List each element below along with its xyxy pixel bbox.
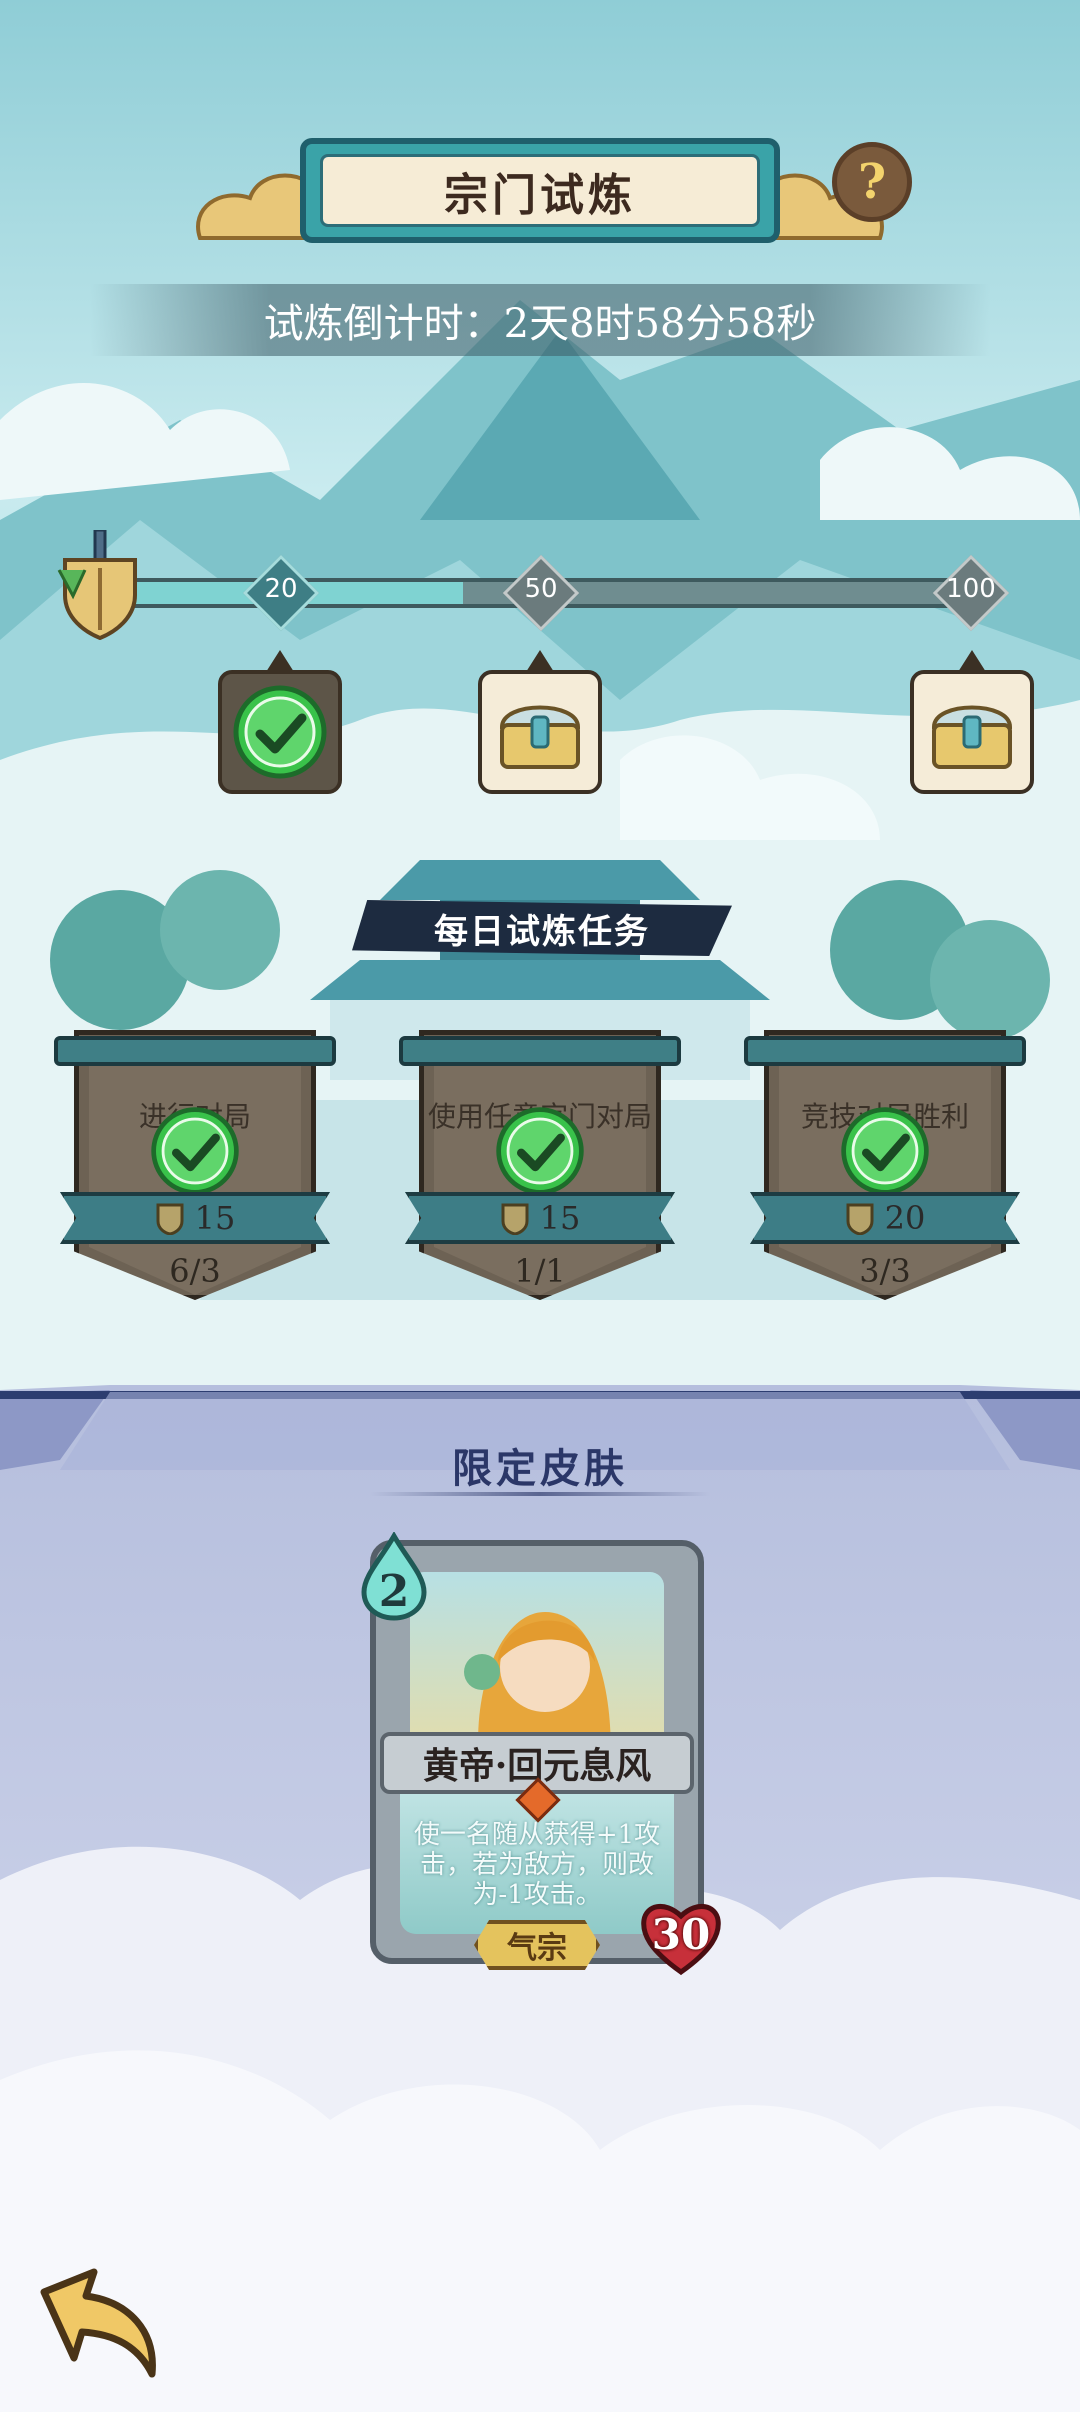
task-card[interactable]: 使用任意宗门对局获胜 15 1/1 <box>399 990 681 1310</box>
title-banner: 宗门试炼 <box>180 128 900 258</box>
daily-tasks-header: 每日试炼任务 <box>352 900 732 956</box>
reward-pointer <box>526 650 554 672</box>
reward-pointer <box>266 650 294 672</box>
check-icon <box>233 685 327 779</box>
task-progress: 1/1 <box>514 1252 566 1290</box>
card-attack: 30 <box>651 1910 711 1959</box>
token-icon <box>846 1203 874 1235</box>
shield-sword-icon <box>57 530 137 640</box>
task-hanger-bar <box>399 1036 681 1066</box>
treasure-chest-icon <box>931 705 1013 769</box>
milestone-label-20: 20 <box>264 574 298 604</box>
help-button[interactable]: ? <box>832 142 912 222</box>
task-points-ribbon: 20 <box>750 1192 1020 1244</box>
reward-box-20[interactable] <box>218 670 342 794</box>
reward-box-100[interactable] <box>910 670 1034 794</box>
task-hanger-bar <box>744 1036 1026 1066</box>
check-icon <box>151 1107 239 1195</box>
milestone-label-100: 100 <box>946 574 996 604</box>
token-icon <box>156 1203 184 1235</box>
card-description: 使一名随从获得+1攻击，若为敌方，则改为-1攻击。 <box>413 1820 661 1910</box>
title-divider <box>370 1492 710 1496</box>
task-points-ribbon: 15 <box>60 1192 330 1244</box>
treasure-chest-icon <box>499 705 581 769</box>
question-icon: ? <box>857 154 887 210</box>
task-points-ribbon: 15 <box>405 1192 675 1244</box>
milestone-label-50: 50 <box>524 574 558 604</box>
task-points: 20 <box>884 1199 926 1237</box>
task-progress: 6/3 <box>169 1252 221 1290</box>
task-card[interactable]: 进行对局 15 6/3 <box>54 990 336 1310</box>
card-cost: 2 <box>378 1566 410 1617</box>
back-arrow-icon[interactable] <box>34 2262 164 2382</box>
countdown-text: 试炼倒计时：2天8时58分58秒 <box>263 301 817 347</box>
limited-skin-title: 限定皮肤 <box>452 1445 628 1492</box>
task-card[interactable]: 竞技对局胜利 20 3/3 <box>744 990 1026 1310</box>
token-icon <box>501 1203 529 1235</box>
skin-card[interactable]: 黄帝·回元息风 使一名随从获得+1攻击，若为敌方，则改为-1攻击。 2 气宗 3… <box>361 1532 721 1976</box>
page-title: 宗门试炼 <box>444 169 636 221</box>
reward-box-50[interactable] <box>478 670 602 794</box>
reward-pointer <box>958 650 986 672</box>
faction-text: 气宗 <box>507 1931 567 1966</box>
check-icon <box>496 1107 584 1195</box>
countdown-bar: 试炼倒计时：2天8时58分58秒 <box>90 284 990 356</box>
task-progress: 3/3 <box>859 1252 911 1290</box>
daily-tasks-title: 每日试炼任务 <box>434 911 650 952</box>
faction-badge: 气宗 <box>474 1920 600 1970</box>
task-points: 15 <box>539 1199 581 1237</box>
check-icon <box>841 1107 929 1195</box>
task-hanger-bar <box>54 1036 336 1066</box>
task-points: 15 <box>194 1199 236 1237</box>
